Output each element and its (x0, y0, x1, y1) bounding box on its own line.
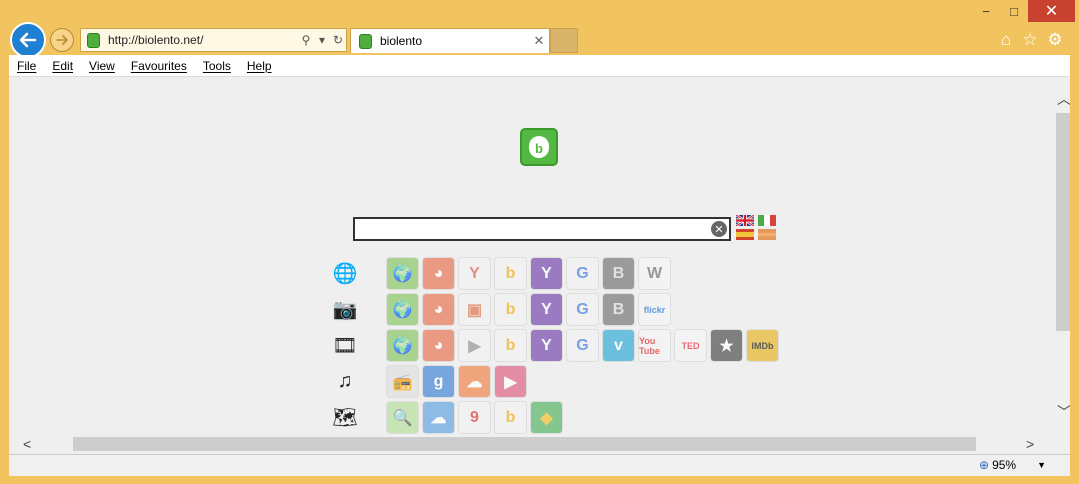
flag-germany-icon[interactable] (758, 229, 776, 240)
tile-blekko-icon[interactable]: B (602, 293, 635, 326)
tile-flickr-icon[interactable]: flickr (638, 293, 671, 326)
tab-biolento[interactable]: biolento ✕ (350, 28, 550, 53)
tile-yahoo-icon[interactable]: Y (530, 257, 563, 290)
maximize-button[interactable]: □ (1000, 0, 1028, 22)
tile-video-icon[interactable]: ▶ (458, 329, 491, 362)
tile-google-icon[interactable]: G (566, 257, 599, 290)
tab-title: biolento (380, 34, 423, 48)
zoom-control[interactable]: ⊕ 95% ▼ (979, 458, 1046, 472)
tile-duckduckgo-icon[interactable]: ◕ (422, 257, 455, 290)
tile-bing-icon[interactable]: b (494, 293, 527, 326)
tile-globe-icon[interactable]: 🌍 (386, 257, 419, 290)
home-icon[interactable]: ⌂ (996, 30, 1016, 50)
tile-yandex-icon[interactable]: Y (458, 257, 491, 290)
close-button[interactable]: ✕ (1028, 0, 1075, 22)
tile-wikipedia-icon[interactable]: W (638, 257, 671, 290)
flag-spain-icon[interactable] (736, 229, 754, 240)
scroll-left-icon[interactable]: < (23, 436, 31, 452)
tile-weather-icon[interactable]: ☁ (422, 401, 455, 434)
menu-help[interactable]: Help (239, 59, 280, 73)
tile-google-icon[interactable]: G (566, 293, 599, 326)
scroll-down-icon[interactable]: ﹀ (1057, 402, 1070, 422)
flag-uk-icon[interactable] (736, 215, 754, 226)
arrow-left-icon (19, 32, 37, 48)
status-bar: ⊕ 95% ▼ (9, 454, 1070, 476)
tile-duckduckgo-icon[interactable]: ◕ (422, 329, 455, 362)
forward-button[interactable] (50, 28, 74, 52)
tile-bing-icon[interactable]: b (494, 329, 527, 362)
horizontal-scroll-thumb[interactable] (73, 437, 976, 451)
favorites-star-icon[interactable]: ☆ (1020, 30, 1040, 50)
tile-ted-icon[interactable]: TED (674, 329, 707, 362)
scroll-right-icon[interactable]: > (1026, 436, 1034, 452)
page-viewport: b ✕ 🌐 🌍 ◕ Yb Y G B W 📷 🌍 ◕ ▣ b Y G Bflickr 🎞 🌍 ◕ ▶ b Y Gv You T… (9, 77, 1070, 454)
address-bar[interactable]: http://biolento.net/ ⚲ ▾ ↻ (80, 28, 347, 52)
tile-radio-icon[interactable]: 📻 (386, 365, 419, 398)
tile-blekko-icon[interactable]: B (602, 257, 635, 290)
scroll-up-icon[interactable]: ︿ (1057, 89, 1070, 109)
camera-icon[interactable]: 📷 (331, 295, 359, 323)
tile-youtube-icon[interactable]: You Tube (638, 329, 671, 362)
tile-yahoo-icon[interactable]: Y (530, 293, 563, 326)
film-icon[interactable]: 🎞 (331, 331, 359, 359)
tile-duckduckgo-icon[interactable]: ◕ (422, 293, 455, 326)
tile-play-icon[interactable]: ▶ (494, 365, 527, 398)
refresh-icon[interactable]: ↻ (330, 33, 346, 47)
tile-imdb-icon[interactable]: IMDb (746, 329, 779, 362)
tile-grooveshark-icon[interactable]: g (422, 365, 455, 398)
dropdown-arrow-icon[interactable]: ▾ (314, 33, 330, 47)
map-icon[interactable]: 🗺 (331, 403, 359, 431)
tile-vimeo-icon[interactable]: v (602, 329, 635, 362)
menu-file[interactable]: File (9, 59, 44, 73)
zoom-magnifier-icon: ⊕ (979, 458, 990, 472)
tile-globe-icon[interactable]: 🌍 (386, 293, 419, 326)
menu-edit[interactable]: Edit (44, 59, 81, 73)
tile-google-icon[interactable]: G (566, 329, 599, 362)
new-tab-button[interactable] (550, 28, 578, 53)
close-tab-icon[interactable]: ✕ (529, 33, 549, 49)
search-icon[interactable]: ⚲ (298, 33, 314, 47)
tile-bing-icon[interactable]: b (494, 257, 527, 290)
flag-italy-icon[interactable] (758, 215, 776, 226)
menu-tools[interactable]: Tools (195, 59, 239, 73)
menu-favourites[interactable]: Favourites (123, 59, 195, 73)
browser-window: − □ ✕ http://biolento.net/ ⚲ ▾ ↻ biolent… (0, 0, 1079, 484)
search-input[interactable]: ✕ (353, 217, 731, 241)
site-favicon-icon (87, 32, 100, 48)
vertical-scroll-thumb[interactable] (1056, 113, 1070, 331)
music-icon[interactable]: ♫ (331, 367, 359, 395)
zoom-level: 95% (992, 458, 1017, 472)
back-button[interactable] (10, 22, 46, 58)
tab-favicon-icon (359, 33, 372, 49)
horizontal-scrollbar[interactable]: < > (9, 435, 1054, 454)
tile-image-icon[interactable]: ▣ (458, 293, 491, 326)
arrow-right-icon (56, 35, 69, 45)
vertical-scrollbar[interactable]: ︿ ﹀ (1054, 77, 1070, 427)
tile-bing-icon[interactable]: b (494, 401, 527, 434)
tile-googlemaps-icon[interactable]: ◆ (530, 401, 563, 434)
tile-mapsearch-icon[interactable]: 🔍 (386, 401, 419, 434)
biolento-logo: b (520, 128, 558, 166)
tile-globe-icon[interactable]: 🌍 (386, 329, 419, 362)
settings-gear-icon[interactable]: ⚙ (1045, 30, 1065, 50)
tile-yahoo-icon[interactable]: Y (530, 329, 563, 362)
minimize-button[interactable]: − (972, 0, 1000, 22)
menu-bar: File Edit View Favourites Tools Help (9, 55, 1070, 77)
globe-icon[interactable]: 🌐 (331, 259, 359, 287)
tile-star-icon[interactable]: ★ (710, 329, 743, 362)
url-text[interactable]: http://biolento.net/ (108, 33, 298, 47)
menu-view[interactable]: View (81, 59, 123, 73)
tile-soundcloud-icon[interactable]: ☁ (458, 365, 491, 398)
tile-yandexmaps-icon[interactable]: 9 (458, 401, 491, 434)
clear-search-icon[interactable]: ✕ (711, 221, 727, 237)
zoom-dropdown-icon[interactable]: ▼ (1037, 460, 1046, 470)
